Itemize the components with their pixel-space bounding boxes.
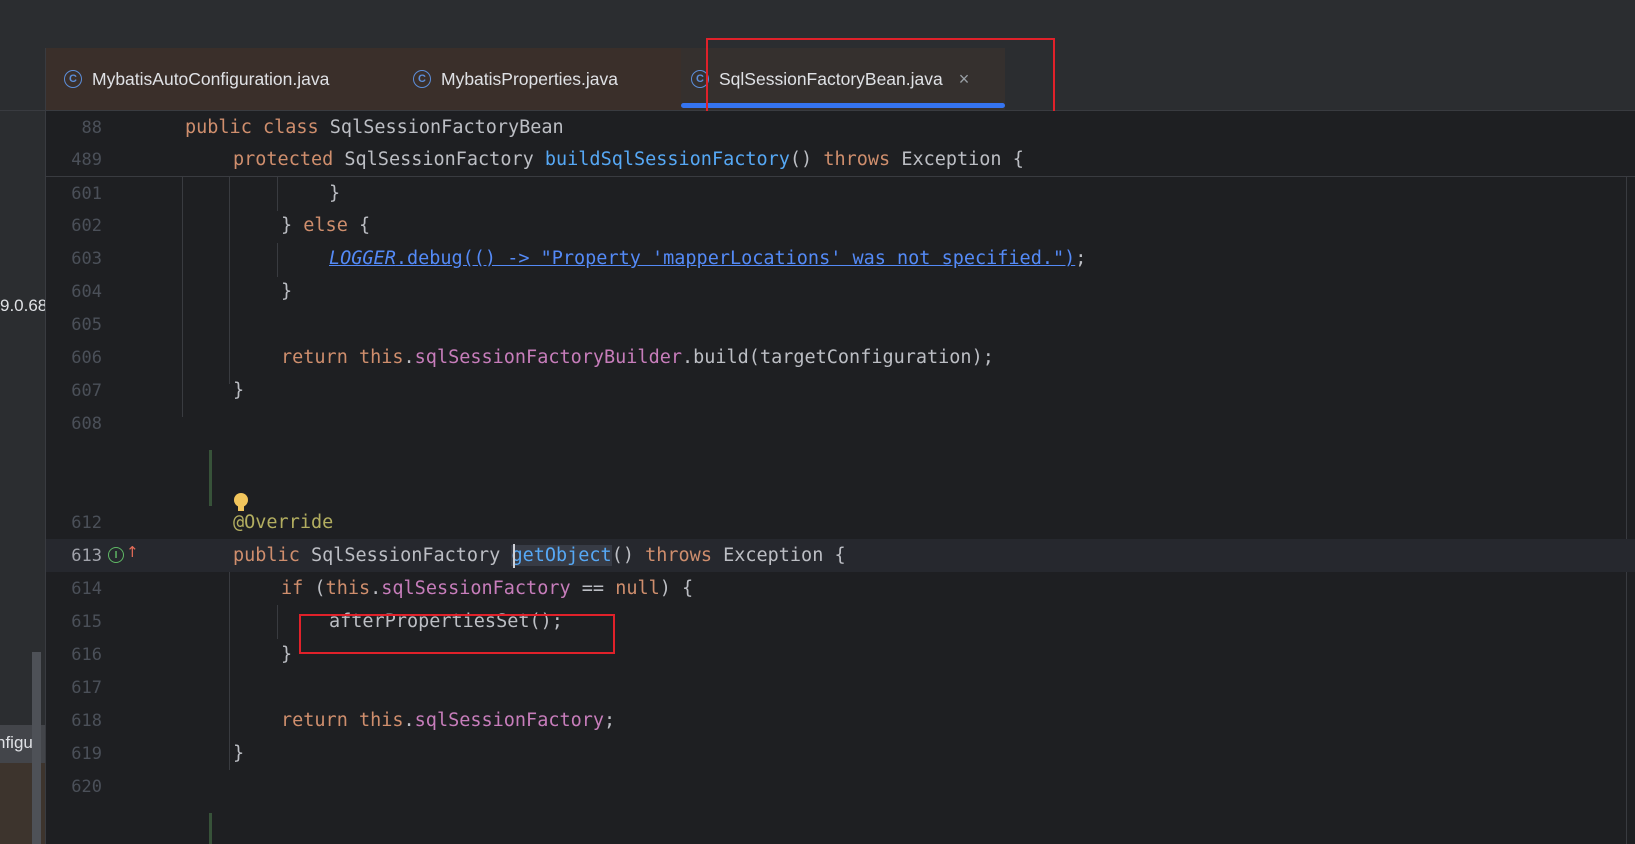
code-line[interactable]: 616 } <box>46 638 1635 671</box>
code-line[interactable]: 614 if (this.sqlSessionFactory == null) … <box>46 572 1635 605</box>
line-number: 616 <box>71 645 102 665</box>
line-number: 618 <box>71 711 102 731</box>
line-number: 617 <box>71 678 102 698</box>
line-number: 604 <box>71 282 102 302</box>
line-number: 603 <box>71 249 102 269</box>
highlight-box-after-properties-set <box>299 614 615 654</box>
code-text: } <box>281 281 293 302</box>
line-number: 489 <box>71 150 102 170</box>
code-line[interactable]: 602 } else { <box>46 209 1635 242</box>
project-panel-scrollbar[interactable] <box>32 652 41 844</box>
sticky-line[interactable]: 88 public class SqlSessionFactoryBean <box>46 111 1635 144</box>
text-caret <box>513 544 515 568</box>
tab-mybatis-auto-configuration[interactable]: C MybatisAutoConfiguration.java <box>46 48 417 110</box>
vcs-change-marker <box>209 813 212 844</box>
code-text: } else { <box>281 215 371 236</box>
line-number: 606 <box>71 348 102 368</box>
line-number: 88 <box>81 118 102 138</box>
line-number: 602 <box>71 216 102 236</box>
code-editor[interactable]: 88 public class SqlSessionFactoryBean 48… <box>46 111 1635 844</box>
code-text: } <box>329 183 341 204</box>
vcs-change-marker <box>209 450 212 506</box>
line-number: 605 <box>71 315 102 335</box>
project-tree-item-fragment[interactable]: 9.0.68 <box>0 296 45 316</box>
tab-label: MybatisProperties.java <box>441 68 619 89</box>
code-line[interactable]: 604 } <box>46 275 1635 308</box>
line-number: 619 <box>71 744 102 764</box>
code-text: } <box>281 644 293 665</box>
code-line[interactable]: 618 return this.sqlSessionFactory; <box>46 704 1635 737</box>
line-number: 608 <box>71 414 102 434</box>
code-text: } <box>233 743 245 764</box>
line-number: 612 <box>71 513 102 533</box>
code-text: return this.sqlSessionFactory; <box>281 710 616 731</box>
arrow-up-icon[interactable]: ↑ <box>126 543 139 561</box>
code-line[interactable]: 619 } <box>46 737 1635 770</box>
line-number: 614 <box>71 579 102 599</box>
code-text: if (this.sqlSessionFactory == null) { <box>281 578 694 599</box>
code-line[interactable]: 603 LOGGER.debug(() -> "Property 'mapper… <box>46 242 1635 275</box>
code-line[interactable]: 615 afterPropertiesSet(); <box>46 605 1635 638</box>
code-text: public SqlSessionFactory getObject() thr… <box>233 545 846 566</box>
code-text: return this.sqlSessionFactoryBuilder.bui… <box>281 347 994 368</box>
tab-mybatis-properties[interactable]: C MybatisProperties.java <box>399 48 695 110</box>
project-panel-header <box>0 48 45 111</box>
code-line[interactable]: 620 <box>46 770 1635 803</box>
line-number: 613 <box>71 546 102 566</box>
code-text: LOGGER.debug(() -> "Property 'mapperLoca… <box>329 248 1087 269</box>
code-line[interactable]: 608 <box>46 407 1635 440</box>
code-line[interactable]: 607 } <box>46 374 1635 407</box>
line-number: 620 <box>71 777 102 797</box>
code-line[interactable]: 605 <box>46 308 1635 341</box>
code-line[interactable]: 617 <box>46 671 1635 704</box>
code-text: protected SqlSessionFactory buildSqlSess… <box>233 149 1024 170</box>
code-line[interactable]: 612 @Override <box>46 506 1635 539</box>
project-panel: 9.0.68 nfigur <box>0 48 46 844</box>
class-icon: C <box>64 70 82 88</box>
code-text: @Override <box>233 512 334 533</box>
line-number: 601 <box>71 184 102 204</box>
code-text: public class SqlSessionFactoryBean <box>185 117 564 138</box>
code-line-current[interactable]: 613 I ↑ public SqlSessionFactory getObje… <box>46 539 1635 572</box>
code-text: } <box>233 380 245 401</box>
line-number: 607 <box>71 381 102 401</box>
implements-icon[interactable]: I <box>108 547 124 563</box>
class-icon: C <box>413 70 431 88</box>
code-line[interactable]: 606 return this.sqlSessionFactoryBuilder… <box>46 341 1635 374</box>
tab-label: MybatisAutoConfiguration.java <box>92 68 330 89</box>
sticky-line[interactable]: 489 protected SqlSessionFactory buildSql… <box>46 143 1635 176</box>
code-line[interactable]: 601 } <box>46 177 1635 210</box>
line-number: 615 <box>71 612 102 632</box>
